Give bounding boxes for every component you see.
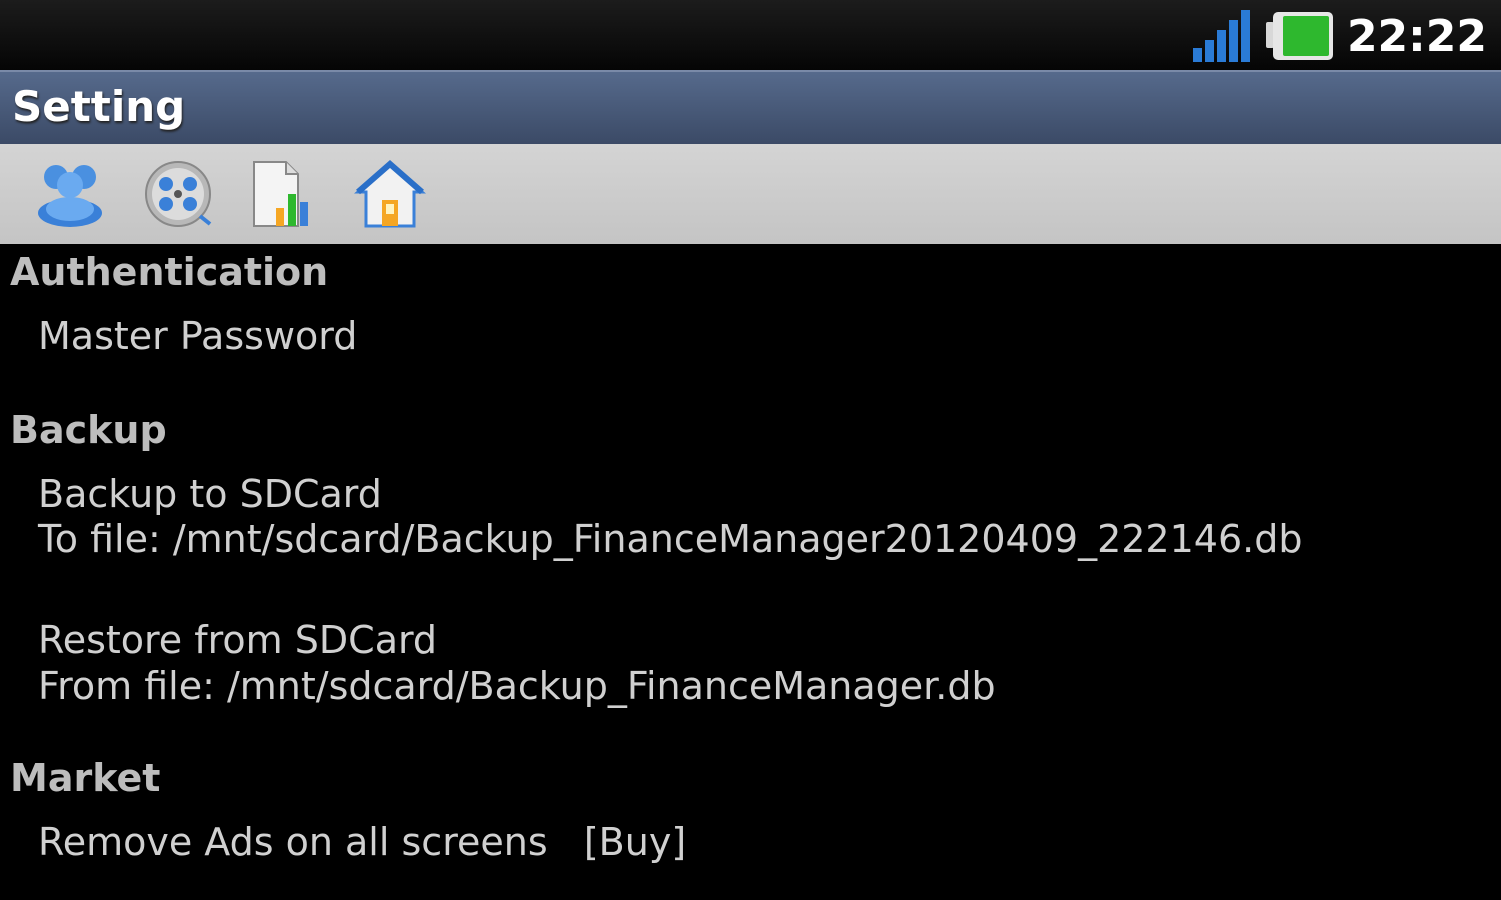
pref-title: Restore from SDCard: [38, 618, 438, 662]
toolbar-home-button[interactable]: [352, 156, 428, 232]
section-header-authentication: Authentication: [10, 250, 329, 294]
users-icon: [38, 165, 102, 227]
film-reel-icon: [145, 161, 212, 227]
pref-restore-from-sdcard[interactable]: Restore from SDCard From file: /mnt/sdca…: [0, 608, 1501, 718]
signal-icon: [1192, 10, 1250, 62]
pref-title: Backup to SDCard: [38, 472, 382, 516]
status-indicators: 22:22: [1191, 6, 1487, 66]
status-clock: 22:22: [1346, 10, 1487, 62]
toolbar-report-button[interactable]: [244, 156, 320, 232]
pref-title: Master Password: [38, 314, 358, 358]
toolbar: [0, 144, 1501, 244]
section-header-market: Market: [10, 756, 161, 800]
home-icon: [354, 160, 426, 228]
toolbar-film-button[interactable]: [140, 156, 216, 232]
pref-remove-ads[interactable]: Remove Ads on all screens [Buy]: [0, 810, 1501, 880]
page-title: Setting: [12, 82, 186, 131]
pref-summary: To file: /mnt/sdcard/Backup_FinanceManag…: [38, 517, 1303, 561]
toolbar-users-button[interactable]: [32, 156, 108, 232]
pref-summary: From file: /mnt/sdcard/Backup_FinanceMan…: [38, 664, 996, 708]
title-bar: Setting: [0, 70, 1501, 144]
section-header-backup: Backup: [10, 408, 167, 452]
report-chart-icon: [253, 161, 308, 227]
pref-master-password[interactable]: Master Password: [0, 304, 1501, 374]
battery-icon: [1265, 12, 1333, 60]
status-bar: 22:22: [0, 0, 1501, 70]
pref-title: Remove Ads on all screens [Buy]: [38, 820, 687, 864]
pref-backup-to-sdcard[interactable]: Backup to SDCard To file: /mnt/sdcard/Ba…: [0, 462, 1501, 572]
